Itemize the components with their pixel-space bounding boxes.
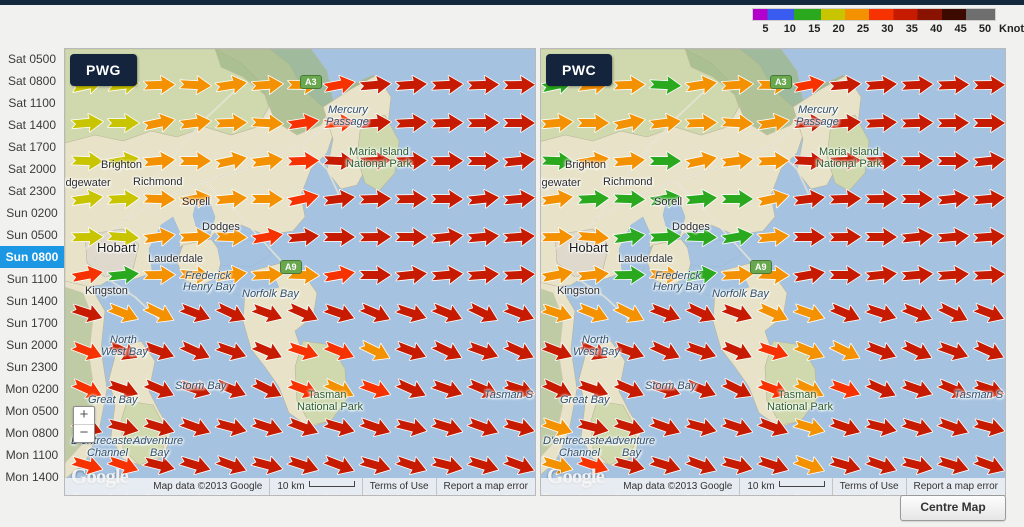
terms-of-use-link-left[interactable]: Terms of Use <box>361 478 436 495</box>
map-scale-label-left: 10 km <box>277 481 305 492</box>
time-item-sun-2000[interactable]: Sun 2000 <box>0 334 64 356</box>
forecast-time-list[interactable]: Sat 0500 Sat 0800 Sat 1100 Sat 1400 Sat 1700… <box>0 48 64 496</box>
map-attribution-left: Map data ©2013 Google 10 km Terms of Use… <box>65 478 535 495</box>
map-data-credit-right: Map data ©2013 Google <box>623 481 733 492</box>
time-item-sun-1100[interactable]: Sun 1100 <box>0 268 64 290</box>
map-attribution-right: Map data ©2013 Google 10 km Terms of Use… <box>541 478 1005 495</box>
legend-tick-5: 5 <box>762 23 769 35</box>
zoom-in-button-left[interactable]: + <box>74 407 94 425</box>
time-item-sat-2300[interactable]: Sat 2300 <box>0 180 64 202</box>
time-item-mon-1400[interactable]: Mon 1400 <box>0 466 64 488</box>
legend-colorbar <box>752 8 996 21</box>
map-data-credit-left: Map data ©2013 Google <box>153 481 263 492</box>
legend-tick-40: 40 <box>930 23 943 35</box>
map-scale-label-right: 10 km <box>747 481 775 492</box>
top-bar <box>0 0 1024 5</box>
time-item-sun-1400[interactable]: Sun 1400 <box>0 290 64 312</box>
time-item-mon-0500[interactable]: Mon 0500 <box>0 400 64 422</box>
time-item-sun-0200[interactable]: Sun 0200 <box>0 202 64 224</box>
map-zoom-control-left[interactable]: + − <box>73 406 95 443</box>
map-panel-left[interactable]: Brighton idgewater Richmond Sorell Dodges Hob… <box>64 48 536 496</box>
road-shield-a3: A3 <box>770 75 792 89</box>
legend-tick-15: 15 <box>808 23 821 35</box>
scale-bar-right <box>778 481 825 487</box>
report-map-error-link-right[interactable]: Report a map error <box>905 478 1005 495</box>
time-item-mon-0200[interactable]: Mon 0200 <box>0 378 64 400</box>
zoom-out-button-left[interactable]: − <box>74 425 94 442</box>
report-map-error-link-left[interactable]: Report a map error <box>435 478 535 495</box>
legend-tick-35: 35 <box>905 23 918 35</box>
legend-tick-25: 25 <box>856 23 870 35</box>
time-item-sat-0500[interactable]: Sat 0500 <box>0 48 64 70</box>
time-item-sat-1100[interactable]: Sat 1100 <box>0 92 64 114</box>
time-item-sun-0500[interactable]: Sun 0500 <box>0 224 64 246</box>
time-item-sun-1700[interactable]: Sun 1700 <box>0 312 64 334</box>
time-item-mon-0800[interactable]: Mon 0800 <box>0 422 64 444</box>
map-panel-right[interactable]: BrightonidgewaterRichmondSorellDodgesHob… <box>540 48 1006 496</box>
legend-tick-45: 45 <box>954 23 967 35</box>
map-scale-left: 10 km <box>269 478 361 495</box>
map-scale-right: 10 km <box>739 478 831 495</box>
centre-map-button[interactable]: Centre Map <box>900 495 1006 521</box>
road-shield-a9: A9 <box>280 260 302 274</box>
time-item-sun-0800[interactable]: Sun 0800 <box>0 246 64 268</box>
time-item-sat-2000[interactable]: Sat 2000 <box>0 158 64 180</box>
time-item-sat-1700[interactable]: Sat 1700 <box>0 136 64 158</box>
legend-tick-labels: 5 10 15 20 25 30 35 40 45 50 <box>752 23 996 37</box>
legend-tick-50: 50 <box>978 23 992 35</box>
terms-of-use-link-right[interactable]: Terms of Use <box>831 478 906 495</box>
road-shield-a9: A9 <box>750 260 772 274</box>
wind-forecast-app: 5 10 15 20 25 30 35 40 45 50 Knots Sat 0500Sat 08… <box>0 0 1024 527</box>
time-item-mon-1100[interactable]: Mon 1100 <box>0 444 64 466</box>
model-badge-left: PWG <box>70 54 137 86</box>
time-item-sun-2300[interactable]: Sun 2300 <box>0 356 64 378</box>
road-shield-a3: A3 <box>300 75 322 89</box>
time-item-sat-1400[interactable]: Sat 1400 <box>0 114 64 136</box>
legend-tick-10: 10 <box>783 23 796 35</box>
model-badge-right: PWC <box>546 54 613 86</box>
scale-bar-left <box>308 481 355 487</box>
time-item-sat-0800[interactable]: Sat 0800 <box>0 70 64 92</box>
legend-tick-20: 20 <box>832 23 845 35</box>
wind-speed-legend: 5 10 15 20 25 30 35 40 45 50 Knots <box>752 8 1024 37</box>
legend-tick-30: 30 <box>881 23 894 35</box>
legend-units-label: Knots <box>999 23 1024 35</box>
